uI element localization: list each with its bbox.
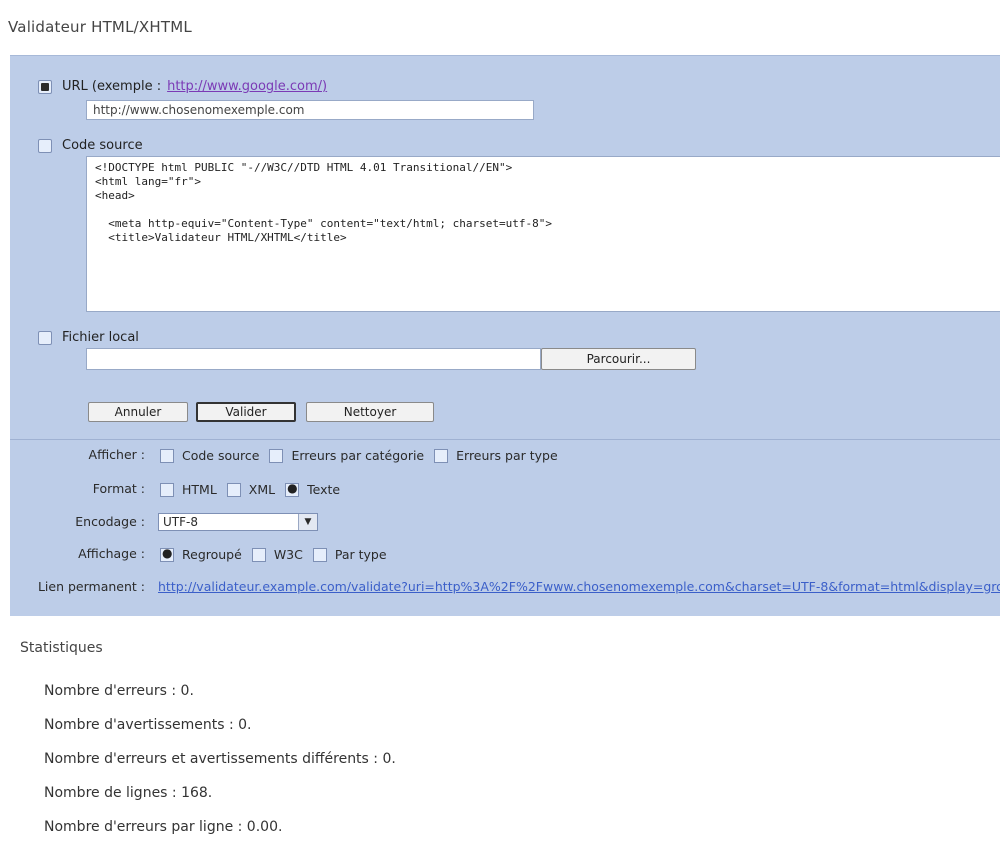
format-xml-label: XML [248, 482, 276, 497]
display-source-checkbox[interactable] [160, 448, 174, 463]
display-type-checkbox[interactable] [434, 448, 449, 463]
stat-line: Nombre d'erreurs et avertissements diffé… [44, 751, 396, 767]
stat-line: Nombre de lignes : 168. [44, 785, 213, 801]
display-category-checkbox[interactable] [269, 448, 284, 463]
url-example-link[interactable]: http://www.google.com/) [167, 79, 327, 94]
source-option-label: Code source [62, 138, 143, 153]
source-code-textarea[interactable]: <!DOCTYPE html PUBLIC "-//W3C//DTD HTML … [86, 156, 1000, 312]
url-input[interactable]: http://www.chosenomexemple.com [86, 100, 534, 120]
url-radio[interactable] [38, 79, 52, 94]
format-text-radio[interactable] [285, 481, 300, 497]
format-html-radio[interactable] [160, 482, 174, 497]
output-options: Regroupé W3C Par type [158, 546, 387, 562]
file-option-row: Fichier local [38, 330, 139, 345]
encoding-select[interactable]: UTF-8 ▼ [158, 513, 318, 531]
display-type-label: Erreurs par type [456, 448, 558, 463]
format-html-label: HTML [182, 482, 217, 497]
stats-title: Statistiques [20, 640, 103, 656]
source-option-row: Code source [38, 138, 143, 153]
format-options: HTML XML Texte [158, 481, 341, 497]
file-radio[interactable] [38, 330, 52, 345]
output-label: Affichage : [78, 546, 145, 561]
encoding-options: UTF-8 ▼ [158, 513, 318, 531]
validator-form-panel: URL (exemple : http://www.google.com/) ht… [10, 55, 1000, 616]
url-option-row: URL (exemple : http://www.google.com/) [38, 79, 327, 94]
output-type-label: Par type [334, 547, 387, 562]
page-title: Validateur HTML/XHTML [8, 18, 192, 36]
cancel-button[interactable]: Annuler [88, 402, 188, 422]
source-radio[interactable] [38, 138, 52, 153]
encoding-value: UTF-8 [163, 515, 198, 529]
output-grouped-label: Regroupé [182, 547, 242, 562]
browse-button[interactable]: Parcourir... [541, 348, 696, 370]
file-option-label: Fichier local [62, 330, 139, 345]
display-source-label: Code source [182, 448, 260, 463]
encoding-label: Encodage : [75, 514, 145, 529]
permalink-row: http://validateur.example.com/validate?u… [158, 579, 1000, 594]
file-path-input[interactable] [86, 348, 541, 370]
permalink-link[interactable]: http://validateur.example.com/validate?u… [158, 579, 1000, 594]
stat-line: Nombre d'avertissements : 0. [44, 717, 252, 733]
output-type-radio[interactable] [312, 547, 327, 562]
url-option-label: URL (exemple : http://www.google.com/) [62, 79, 327, 94]
stat-line: Nombre d'erreurs : 0. [44, 683, 194, 699]
chevron-down-icon: ▼ [298, 514, 317, 530]
output-grouped-radio[interactable] [160, 546, 174, 562]
output-w3c-radio[interactable] [251, 547, 266, 562]
format-label: Format : [92, 481, 145, 496]
clean-button[interactable]: Nettoyer [306, 402, 434, 422]
format-text-label: Texte [307, 482, 341, 497]
display-category-label: Erreurs par catégorie [291, 448, 425, 463]
section-divider [10, 439, 1000, 440]
display-options: Code source Erreurs par catégorie Erreur… [158, 448, 558, 463]
url-label-text: URL (exemple : [62, 79, 162, 94]
format-xml-radio[interactable] [226, 482, 241, 497]
display-label: Afficher : [88, 447, 145, 462]
stat-line: Nombre d'erreurs par ligne : 0.00. [44, 819, 283, 835]
permalink-label: Lien permanent : [37, 579, 145, 594]
output-w3c-label: W3C [273, 547, 303, 562]
validate-button[interactable]: Valider [196, 402, 296, 422]
